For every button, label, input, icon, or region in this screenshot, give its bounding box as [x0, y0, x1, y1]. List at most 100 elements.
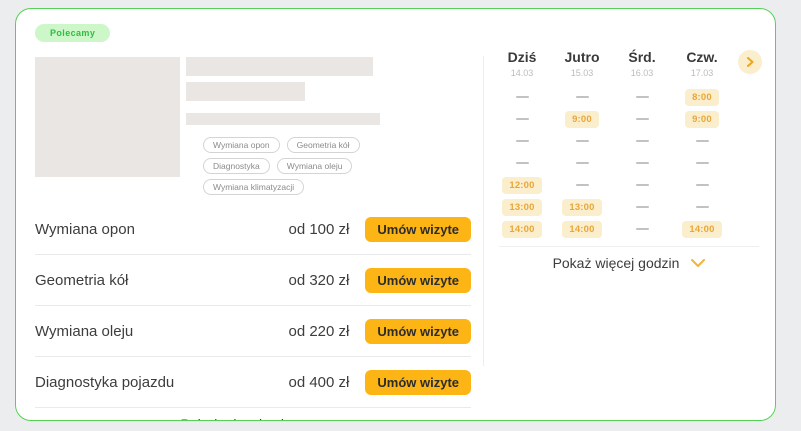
time-slot-cell: 9:00 [552, 111, 612, 128]
service-tag: Diagnostyka [203, 158, 270, 174]
time-slot-cell [672, 184, 732, 186]
time-slot-row: 9:00 9:00 [492, 108, 775, 130]
calendar-divider [499, 246, 759, 247]
service-price: od 220 zł [288, 323, 349, 340]
time-slot-chip[interactable]: 13:00 [502, 199, 541, 216]
empty-slot-dash [516, 162, 529, 164]
day-column-header: Czw. 17.03 [672, 49, 732, 78]
time-slot-chip[interactable]: 14:00 [682, 221, 721, 238]
empty-slot-dash [576, 184, 589, 186]
service-tags: Wymiana opon Geometria kół Diagnostyka W… [203, 137, 431, 195]
time-slot-row [492, 130, 775, 152]
time-slot-cell [552, 184, 612, 186]
service-row: Geometria kół od 320 zł Umów wizyte [35, 255, 471, 306]
service-tag: Geometria kół [287, 137, 360, 153]
empty-slot-dash [696, 206, 709, 208]
service-name: Wymiana oleju [35, 323, 288, 340]
service-row: Diagnostyka pojazdu od 400 zł Umów wizyt… [35, 357, 471, 408]
time-slot-chip[interactable]: 12:00 [502, 177, 541, 194]
time-slot-cell [612, 206, 672, 208]
time-slot-row [492, 152, 775, 174]
time-slot-cell [492, 118, 552, 120]
empty-slot-dash [576, 140, 589, 142]
time-slot-grid: 8:009:009:0012:0013:0013:0014:0014:0014:… [492, 86, 775, 240]
provider-meta: Wymiana opon Geometria kół Diagnostyka W… [186, 57, 431, 195]
time-slot-cell [492, 162, 552, 164]
provider-panel: Polecamy Wymiana opon Geometria kół Diag… [16, 9, 471, 420]
next-days-button[interactable] [738, 50, 762, 74]
empty-slot-dash [636, 228, 649, 230]
text-placeholder-bar [186, 113, 380, 125]
time-slot-chip[interactable]: 13:00 [562, 199, 601, 216]
time-slot-row: 14:00 14:00 14:00 [492, 218, 775, 240]
time-slot-cell: 13:00 [492, 199, 552, 216]
book-visit-button[interactable]: Umów wizyte [365, 319, 471, 344]
empty-slot-dash [516, 96, 529, 98]
empty-slot-dash [636, 184, 649, 186]
time-slot-cell [552, 140, 612, 142]
time-slot-cell [672, 162, 732, 164]
provider-profile: Wymiana opon Geometria kół Diagnostyka W… [35, 57, 471, 195]
time-slot-cell [672, 140, 732, 142]
provider-photo-placeholder [35, 57, 180, 177]
book-visit-button[interactable]: Umów wizyte [365, 370, 471, 395]
service-price: od 400 zł [288, 374, 349, 391]
service-tag: Wymiana opon [203, 137, 280, 153]
time-slot-cell: 14:00 [672, 221, 732, 238]
show-more-hours[interactable]: Pokaż więcej godzin [492, 255, 766, 271]
day-column-header: Jutro 15.03 [552, 49, 612, 78]
time-slot-cell [612, 162, 672, 164]
service-row: Wymiana oleju od 220 zł Umów wizyte [35, 306, 471, 357]
empty-slot-dash [516, 140, 529, 142]
book-visit-button[interactable]: Umów wizyte [365, 268, 471, 293]
chevron-right-icon [747, 57, 754, 67]
service-list: Wymiana opon od 100 zł Umów wizyte Geome… [35, 204, 471, 421]
show-more-hours-label: Pokaż więcej godzin [553, 255, 680, 271]
empty-slot-dash [696, 140, 709, 142]
time-slot-cell [612, 118, 672, 120]
time-slot-cell [492, 96, 552, 98]
booking-calendar-panel: Dziś 14.03 Jutro 15.03 Śrd. 16.03 Czw. 1… [484, 9, 775, 420]
service-name: Wymiana opon [35, 221, 288, 238]
empty-slot-dash [516, 118, 529, 120]
time-slot-chip[interactable]: 9:00 [685, 111, 719, 128]
empty-slot-dash [636, 118, 649, 120]
time-slot-cell [612, 184, 672, 186]
time-slot-row: 8:00 [492, 86, 775, 108]
service-tag: Wymiana klimatyzacji [203, 179, 304, 195]
time-slot-chip[interactable]: 14:00 [562, 221, 601, 238]
time-slot-cell [552, 162, 612, 164]
empty-slot-dash [636, 96, 649, 98]
time-slot-cell [612, 96, 672, 98]
time-slot-row: 13:00 13:00 [492, 196, 775, 218]
empty-slot-dash [576, 96, 589, 98]
time-slot-chip[interactable]: 8:00 [685, 89, 719, 106]
empty-slot-dash [636, 162, 649, 164]
service-name: Diagnostyka pojazdu [35, 374, 288, 391]
empty-slot-dash [636, 140, 649, 142]
time-slot-chip[interactable]: 14:00 [502, 221, 541, 238]
day-column-header: Śrd. 16.03 [612, 49, 672, 78]
show-more-services[interactable]: Pokaż więcej usług [35, 412, 471, 421]
empty-slot-dash [696, 184, 709, 186]
time-slot-row: 12:00 [492, 174, 775, 196]
day-column-header: Dziś 14.03 [492, 49, 552, 78]
time-slot-cell: 12:00 [492, 177, 552, 194]
time-slot-cell: 9:00 [672, 111, 732, 128]
text-placeholder-bar [186, 82, 305, 101]
service-provider-card: Polecamy Wymiana opon Geometria kół Diag… [15, 8, 776, 421]
empty-slot-dash [696, 162, 709, 164]
book-visit-button[interactable]: Umów wizyte [365, 217, 471, 242]
service-name: Geometria kół [35, 272, 288, 289]
empty-slot-dash [636, 206, 649, 208]
service-row: Wymiana opon od 100 zł Umów wizyte [35, 204, 471, 255]
calendar-header: Dziś 14.03 Jutro 15.03 Śrd. 16.03 Czw. 1… [492, 49, 775, 78]
show-more-services-label: Pokaż więcej usług [180, 416, 299, 421]
time-slot-chip[interactable]: 9:00 [565, 111, 599, 128]
service-price: od 320 zł [288, 272, 349, 289]
chevron-down-icon [691, 259, 705, 267]
recommended-badge: Polecamy [35, 24, 110, 42]
time-slot-cell: 13:00 [552, 199, 612, 216]
service-price: od 100 zł [288, 221, 349, 238]
time-slot-cell [552, 96, 612, 98]
